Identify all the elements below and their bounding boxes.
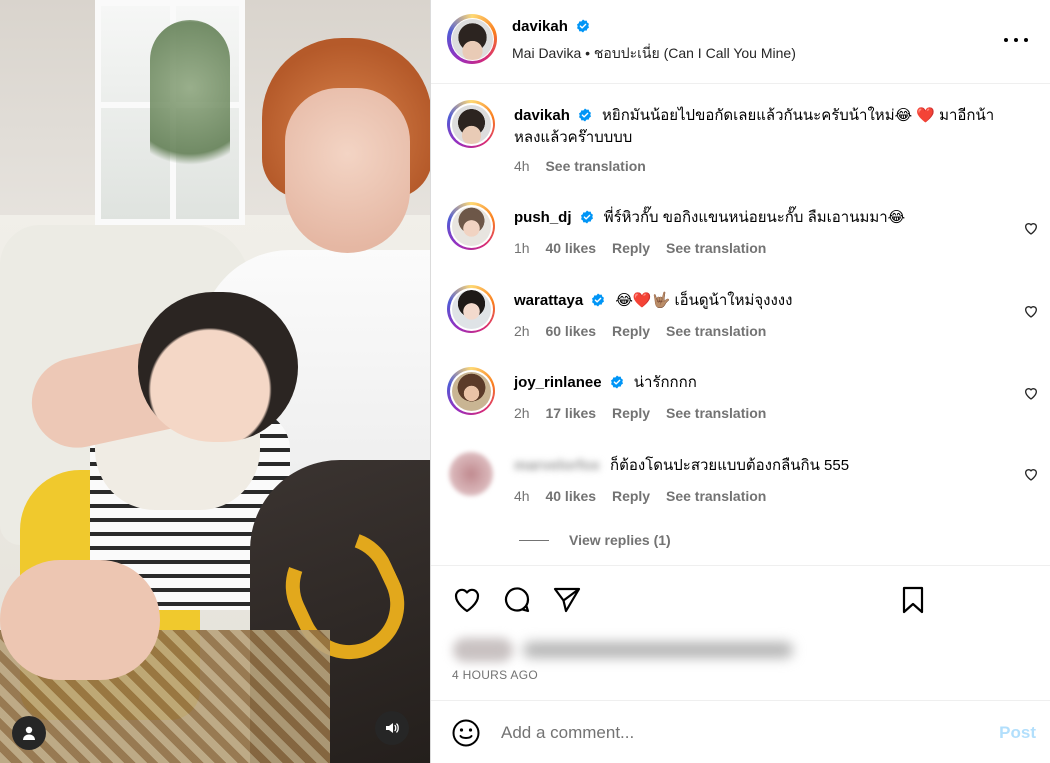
comment-username[interactable]: warattaya: [514, 292, 583, 309]
liked-by-summary-blurred[interactable]: [453, 636, 793, 664]
comment-text: พี่ร์หิวกั๊บ ขอกิงแขนหน่อยนะกั๊บ ลืมเอาน…: [603, 209, 906, 226]
verified-badge-icon: [580, 210, 593, 224]
comment-time[interactable]: 2h: [514, 323, 530, 339]
smiley-icon[interactable]: [451, 718, 481, 748]
verified-badge-icon: [592, 293, 605, 307]
caption-time[interactable]: 4h: [514, 158, 530, 174]
post-actions: [431, 580, 1050, 620]
comment-username-blurred[interactable]: marvelorfox: [514, 457, 600, 474]
comment-text: น่ารักกกก: [633, 374, 697, 391]
comment-input[interactable]: [501, 719, 941, 747]
view-replies-button[interactable]: View replies (1): [519, 532, 671, 548]
more-options-icon[interactable]: [1004, 30, 1028, 50]
comment-like-heart-icon[interactable]: [1023, 466, 1039, 482]
comment-avatar[interactable]: [447, 367, 495, 415]
post-timestamp[interactable]: 4 HOURS AGO: [452, 668, 538, 682]
comment-like-heart-icon[interactable]: [1023, 220, 1039, 236]
speaker-icon: [386, 723, 399, 733]
scene-face: [285, 88, 410, 253]
reply-button[interactable]: Reply: [612, 323, 650, 339]
comment-like-heart-icon[interactable]: [1023, 385, 1039, 401]
scene-baby-head: [138, 292, 298, 442]
bookmark-icon[interactable]: [897, 584, 929, 616]
comment-likes[interactable]: 17 likes: [545, 405, 596, 421]
comment-time[interactable]: 4h: [514, 488, 530, 504]
see-translation-link[interactable]: See translation: [666, 240, 766, 256]
replies-divider: [519, 539, 549, 541]
verified-badge-icon: [610, 375, 623, 389]
post-audio-subtitle[interactable]: Mai Davika • ชอบปะเนี่ย (Can I Call You …: [512, 43, 796, 65]
comment-username[interactable]: push_dj: [514, 209, 572, 226]
mute-button[interactable]: [375, 711, 409, 745]
comment-avatar-blurred[interactable]: [449, 452, 493, 496]
verified-badge-icon: [578, 108, 591, 122]
comment-avatar[interactable]: [447, 202, 495, 250]
comment-likes[interactable]: 40 likes: [545, 240, 596, 256]
add-comment-bar: Post: [431, 700, 1050, 763]
see-translation-link[interactable]: See translation: [666, 488, 766, 504]
see-translation-link[interactable]: See translation: [666, 323, 766, 339]
tagged-users-button[interactable]: [12, 716, 46, 750]
speech-bubble-icon[interactable]: [501, 584, 533, 616]
comment-text: 😂❤️🤟🏽 เอ็นดูน้าใหม่จุงงงง: [615, 292, 793, 309]
author-username[interactable]: davikah: [512, 18, 568, 35]
reply-button[interactable]: Reply: [612, 488, 650, 504]
comment-username[interactable]: joy_rinlanee: [514, 374, 602, 391]
author-avatar[interactable]: [447, 14, 497, 64]
view-replies-label: View replies (1): [569, 532, 671, 548]
verified-badge-icon: [577, 19, 590, 33]
post-detail-panel: davikah Mai Davika • ชอบปะเนี่ย (Can I C…: [430, 0, 1050, 763]
caption-avatar[interactable]: [447, 100, 495, 148]
scene-plant: [150, 20, 230, 190]
comment-text: ก็ต้องโดนปะสวยแบบต้องกลืนกิน 555: [610, 457, 850, 474]
caption-username[interactable]: davikah: [514, 107, 570, 124]
comment-time[interactable]: 2h: [514, 405, 530, 421]
comment-time[interactable]: 1h: [514, 240, 530, 256]
comment-like-heart-icon[interactable]: [1023, 303, 1039, 319]
reply-button[interactable]: Reply: [612, 240, 650, 256]
user-icon: [23, 726, 35, 740]
scene-hand: [0, 560, 160, 680]
see-translation-link[interactable]: See translation: [545, 158, 645, 174]
heart-icon[interactable]: [451, 584, 483, 616]
paper-plane-icon[interactable]: [551, 584, 583, 616]
see-translation-link[interactable]: See translation: [666, 405, 766, 421]
post-video[interactable]: [0, 0, 430, 763]
post-header: davikah Mai Davika • ชอบปะเนี่ย (Can I C…: [431, 0, 1050, 84]
comment-likes[interactable]: 40 likes: [545, 488, 596, 504]
comment-avatar[interactable]: [447, 285, 495, 333]
comments-list: davikah หยิกมันน้อยไปขอกัดเลยแล้วกันนะคร…: [431, 84, 1050, 566]
comment-likes[interactable]: 60 likes: [545, 323, 596, 339]
reply-button[interactable]: Reply: [612, 405, 650, 421]
post-comment-button[interactable]: Post: [999, 723, 1036, 743]
